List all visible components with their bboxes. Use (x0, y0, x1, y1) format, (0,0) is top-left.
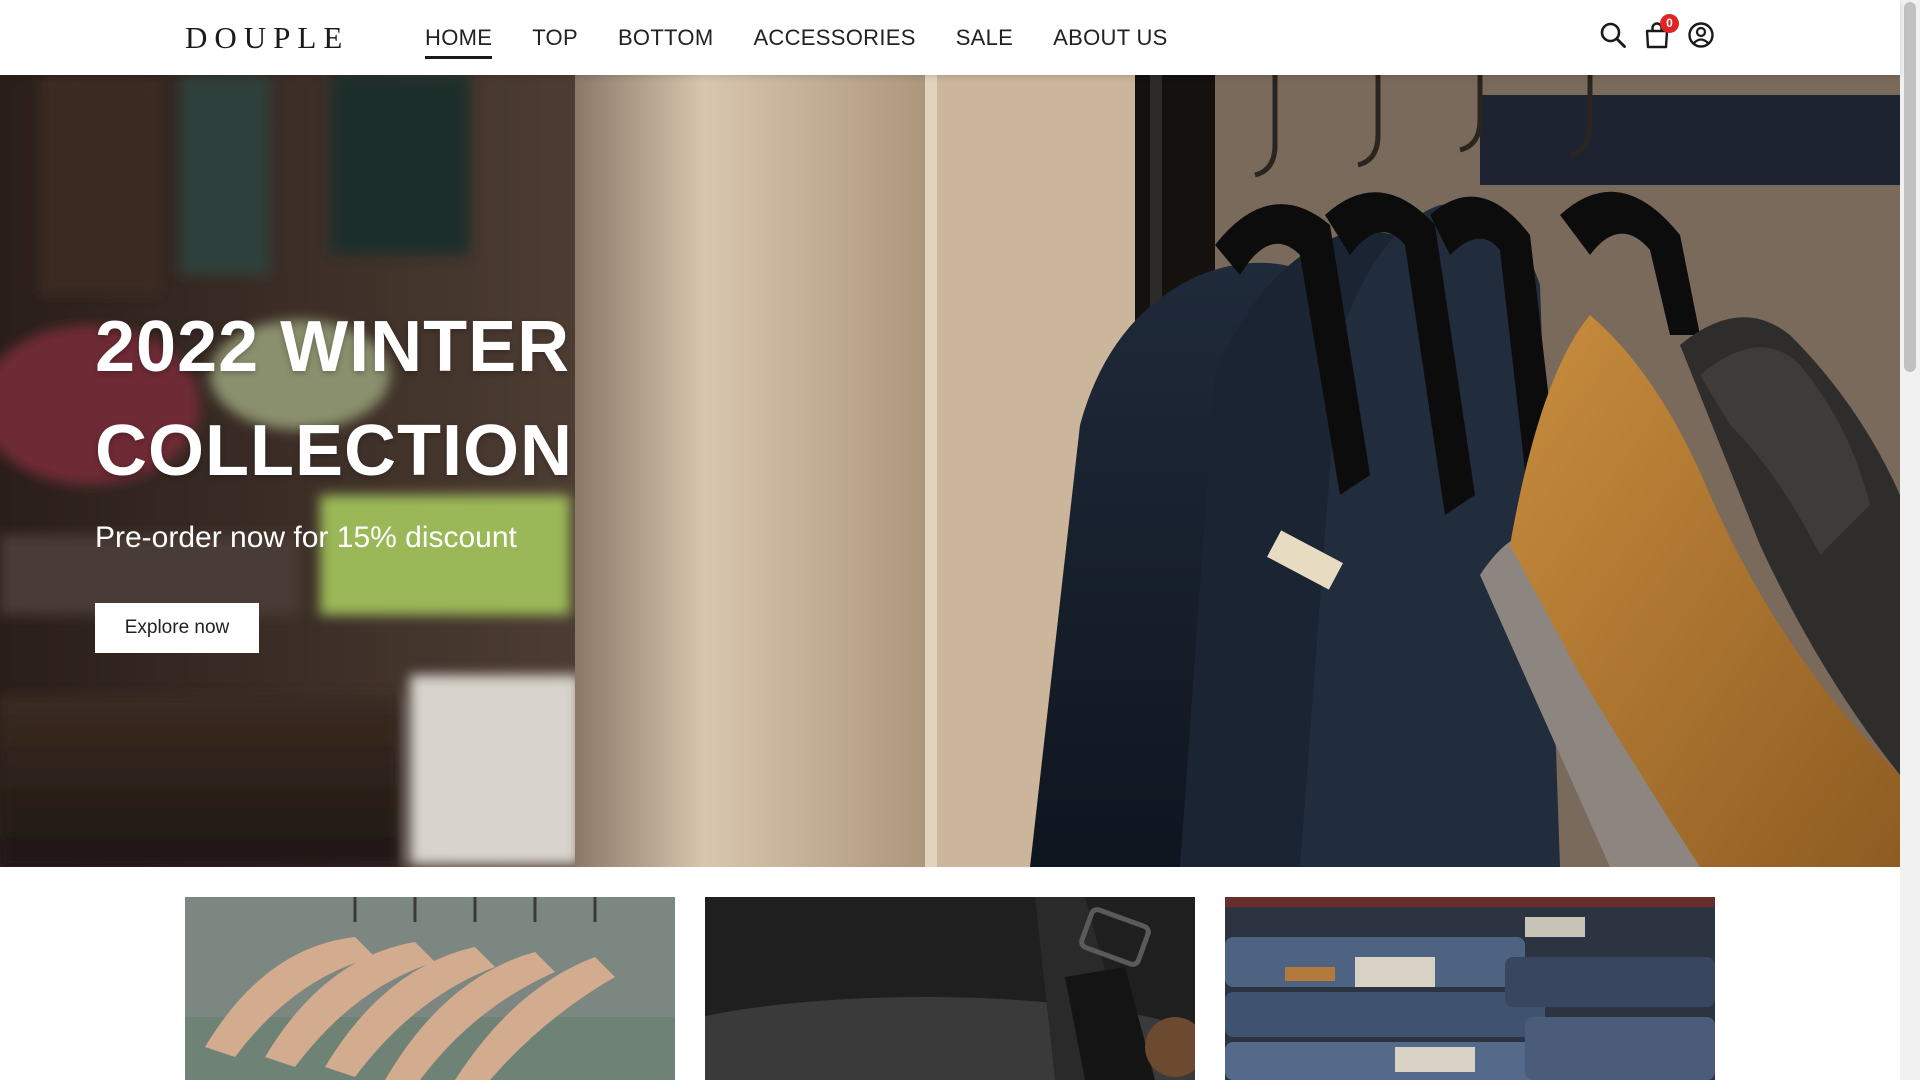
header-actions: 0 (1598, 14, 1730, 50)
category-cards (185, 897, 1715, 1080)
shopping-bag-icon[interactable]: 0 (1642, 14, 1679, 50)
category-card-watch[interactable] (705, 897, 1195, 1080)
hero-banner: 2022 WINTER COLLECTION Pre-order now for… (0, 75, 1900, 867)
user-circle-icon[interactable] (1686, 20, 1716, 50)
category-card-hangers[interactable] (185, 897, 675, 1080)
watch-image (705, 897, 1195, 1080)
hero-title-line-2: COLLECTION (95, 411, 573, 491)
category-card-jeans[interactable] (1225, 897, 1715, 1080)
nav-item-top[interactable]: TOP (532, 25, 578, 51)
hero-title: 2022 WINTER COLLECTION (95, 295, 795, 503)
site-header: DOUPLE HOME TOP BOTTOM ACCESSORIES SALE … (0, 0, 1900, 75)
cart-count-badge: 0 (1660, 14, 1679, 33)
nav-item-about-us[interactable]: ABOUT US (1053, 25, 1167, 51)
search-icon[interactable] (1598, 20, 1628, 50)
hero-title-line-1: 2022 WINTER (95, 307, 571, 387)
hangers-image (185, 897, 675, 1080)
main-nav: HOME TOP BOTTOM ACCESSORIES SALE ABOUT U… (425, 0, 1208, 75)
page-scrollbar[interactable] (1900, 0, 1920, 1080)
nav-item-accessories[interactable]: ACCESSORIES (753, 25, 915, 51)
brand-logo[interactable]: DOUPLE (185, 22, 349, 54)
hero-subtitle: Pre-order now for 15% discount (95, 521, 517, 554)
explore-now-button[interactable]: Explore now (95, 603, 259, 653)
scrollbar-thumb[interactable] (1904, 2, 1916, 372)
nav-item-sale[interactable]: SALE (956, 25, 1013, 51)
nav-item-bottom[interactable]: BOTTOM (618, 25, 714, 51)
jeans-image (1225, 897, 1715, 1080)
nav-item-home[interactable]: HOME (425, 25, 493, 59)
